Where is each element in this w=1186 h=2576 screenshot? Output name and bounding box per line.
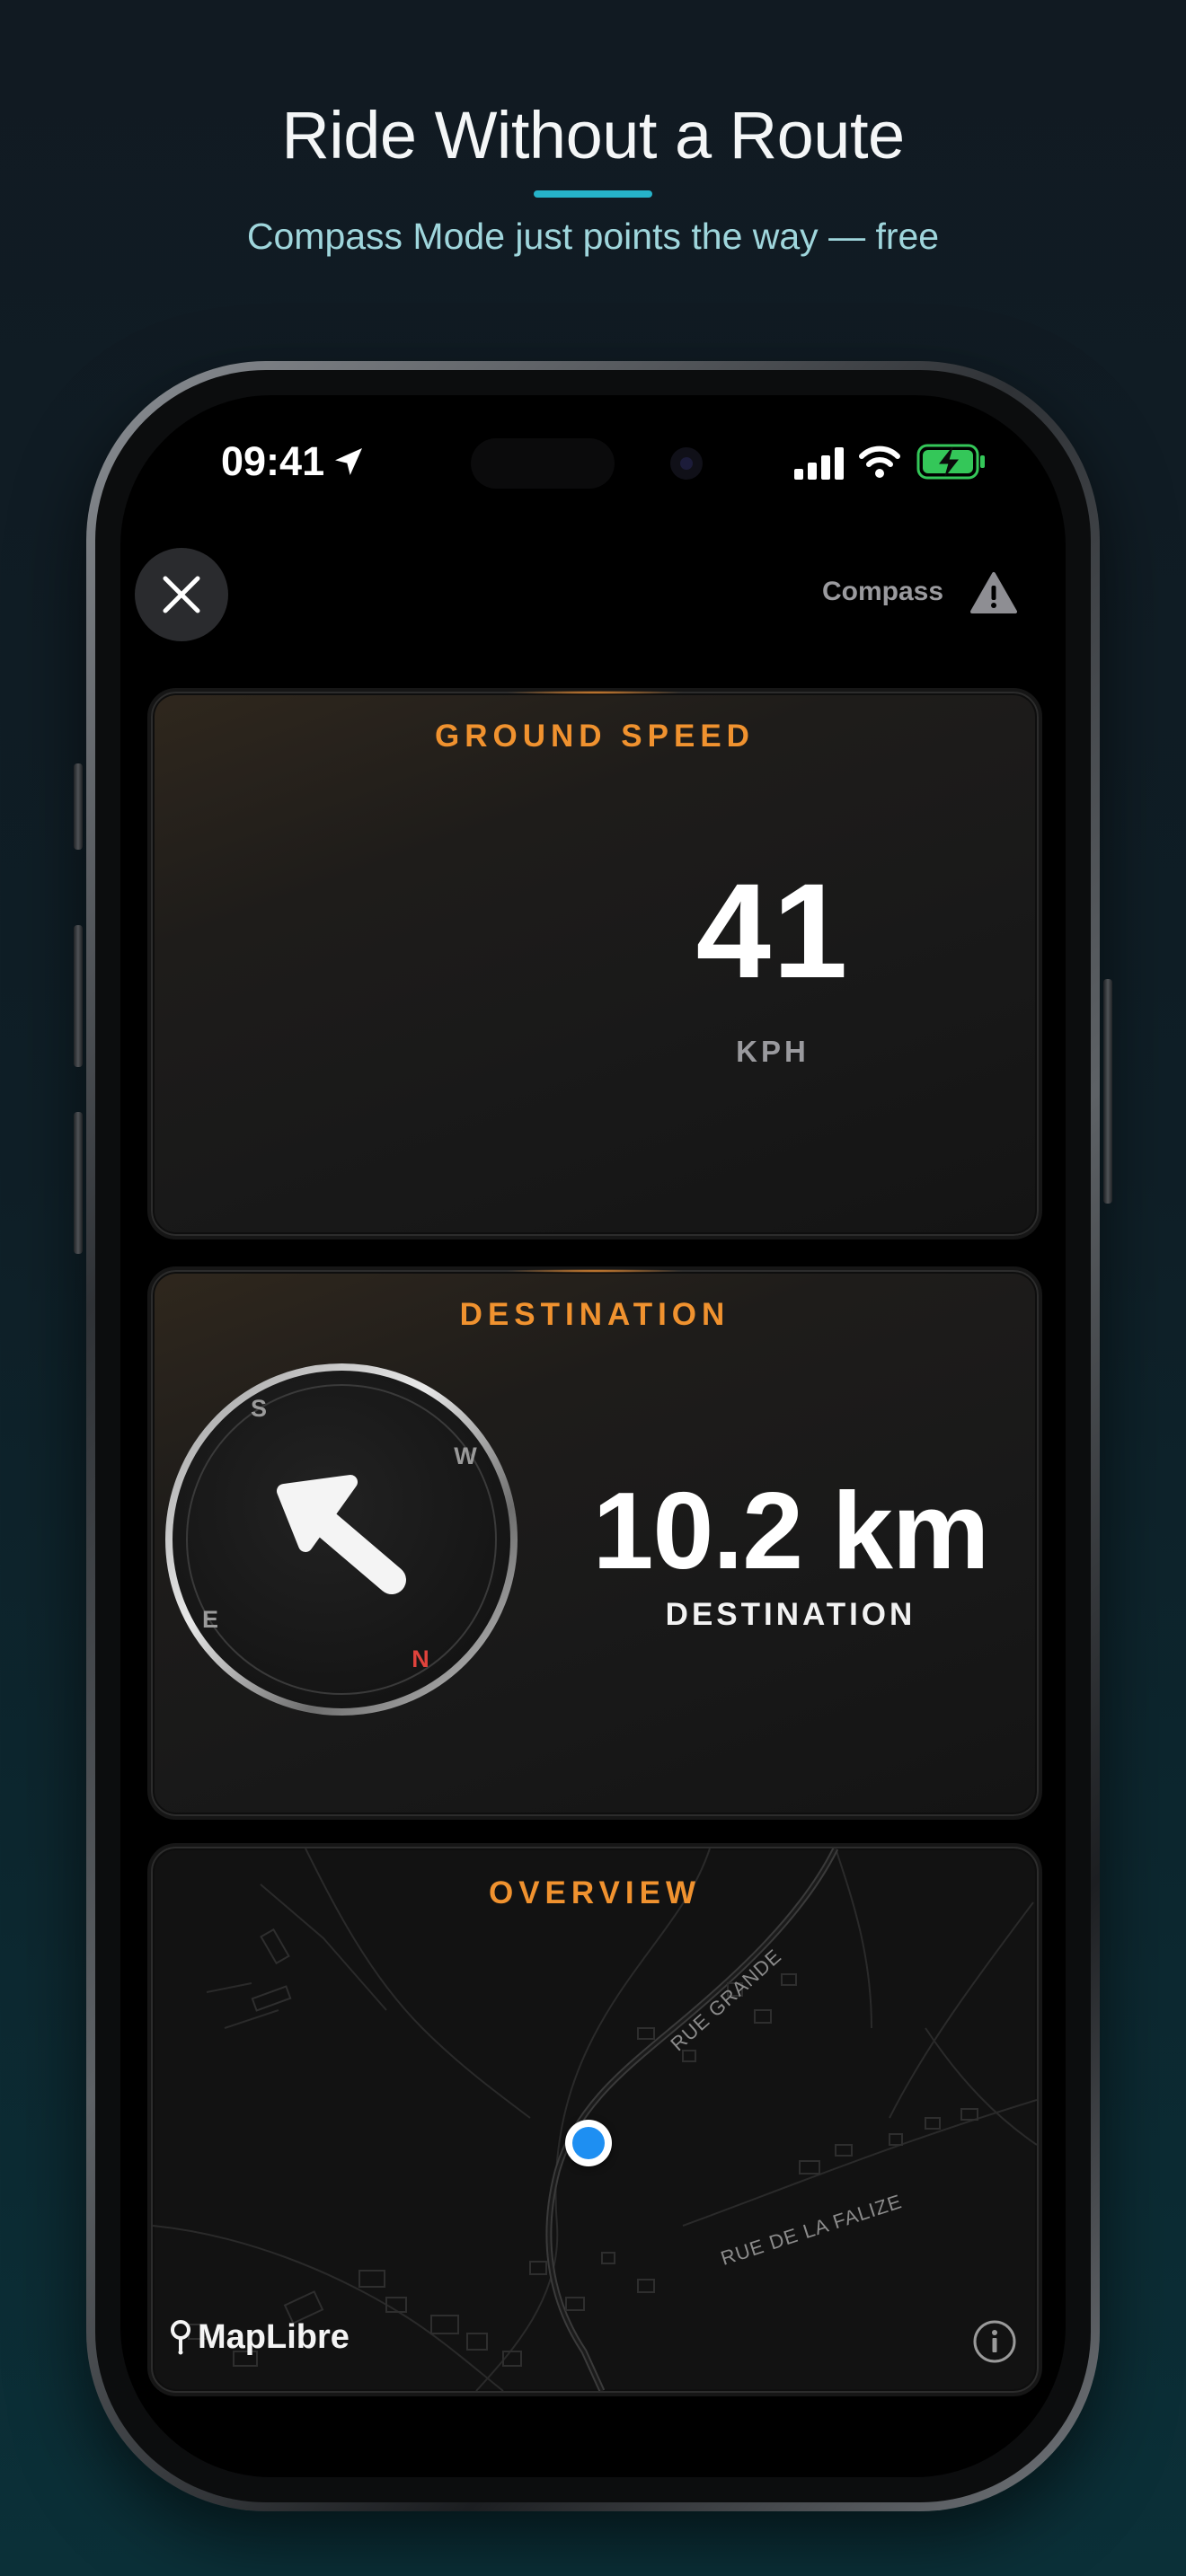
close-icon [163,576,200,613]
promo-subheadline: Compass Mode just points the way — free [246,216,940,257]
action-button [74,763,83,850]
promo-headline: Ride Without a Route [281,98,905,172]
maplibre-attribution[interactable]: MapLibre [169,2316,350,2359]
volume-down-button [74,1112,83,1254]
volume-up-button [74,925,83,1067]
headline-underline [534,190,652,198]
overview-title: OVERVIEW [488,1875,701,1910]
map-pin-icon [171,2320,190,2355]
close-button[interactable] [135,548,228,641]
info-icon [973,2320,1016,2363]
power-button [1103,979,1112,1204]
map-info-button[interactable] [972,2319,1017,2364]
overview-map-card[interactable]: OVERVIEW RUE GRANDE RUE DE LA FALIZE Map… [151,1847,1039,2393]
maplibre-label: MapLibre [198,2317,350,2356]
current-location-marker [565,2120,612,2166]
